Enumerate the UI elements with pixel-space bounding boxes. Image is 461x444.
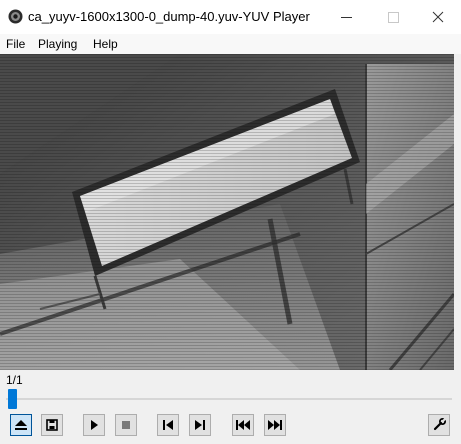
play-button[interactable] bbox=[83, 414, 105, 436]
menu-help[interactable]: Help bbox=[93, 37, 118, 51]
first-frame-button[interactable] bbox=[232, 414, 254, 436]
step-forward-icon bbox=[195, 420, 205, 430]
wrench-icon bbox=[433, 417, 447, 431]
maximize-button[interactable] bbox=[370, 0, 416, 34]
app-logo-icon bbox=[8, 9, 23, 24]
minimize-icon bbox=[341, 17, 352, 18]
menu-file[interactable]: File bbox=[6, 37, 25, 51]
next-frame-button[interactable] bbox=[189, 414, 211, 436]
video-image bbox=[0, 54, 454, 370]
frame-counter: 1/1 bbox=[6, 373, 23, 387]
seek-handle[interactable] bbox=[8, 389, 17, 409]
stop-button[interactable] bbox=[115, 414, 137, 436]
video-border bbox=[454, 54, 461, 370]
video-frame[interactable] bbox=[0, 54, 454, 370]
title-bar[interactable]: ca_yuyv-1600x1300-0_dump-40.yuv-YUV Play… bbox=[0, 0, 461, 34]
close-icon bbox=[432, 11, 444, 23]
step-back-icon bbox=[163, 420, 173, 430]
seek-bar[interactable] bbox=[6, 398, 452, 400]
eject-icon bbox=[15, 420, 27, 430]
save-button[interactable] bbox=[41, 414, 63, 436]
settings-button[interactable] bbox=[428, 414, 450, 436]
last-frame-button[interactable] bbox=[264, 414, 286, 436]
menu-playing[interactable]: Playing bbox=[38, 37, 77, 51]
skip-to-start-icon bbox=[236, 420, 250, 430]
stop-icon bbox=[122, 421, 130, 429]
save-icon bbox=[46, 419, 58, 431]
maximize-icon bbox=[388, 12, 399, 23]
window-title: ca_yuyv-1600x1300-0_dump-40.yuv-YUV Play… bbox=[28, 9, 310, 24]
play-icon bbox=[91, 420, 98, 430]
skip-to-end-icon bbox=[268, 420, 282, 430]
menu-bar: File Playing Help bbox=[0, 34, 461, 54]
open-file-button[interactable] bbox=[10, 414, 32, 436]
minimize-button[interactable] bbox=[324, 0, 370, 34]
previous-frame-button[interactable] bbox=[157, 414, 179, 436]
close-button[interactable] bbox=[415, 0, 461, 34]
